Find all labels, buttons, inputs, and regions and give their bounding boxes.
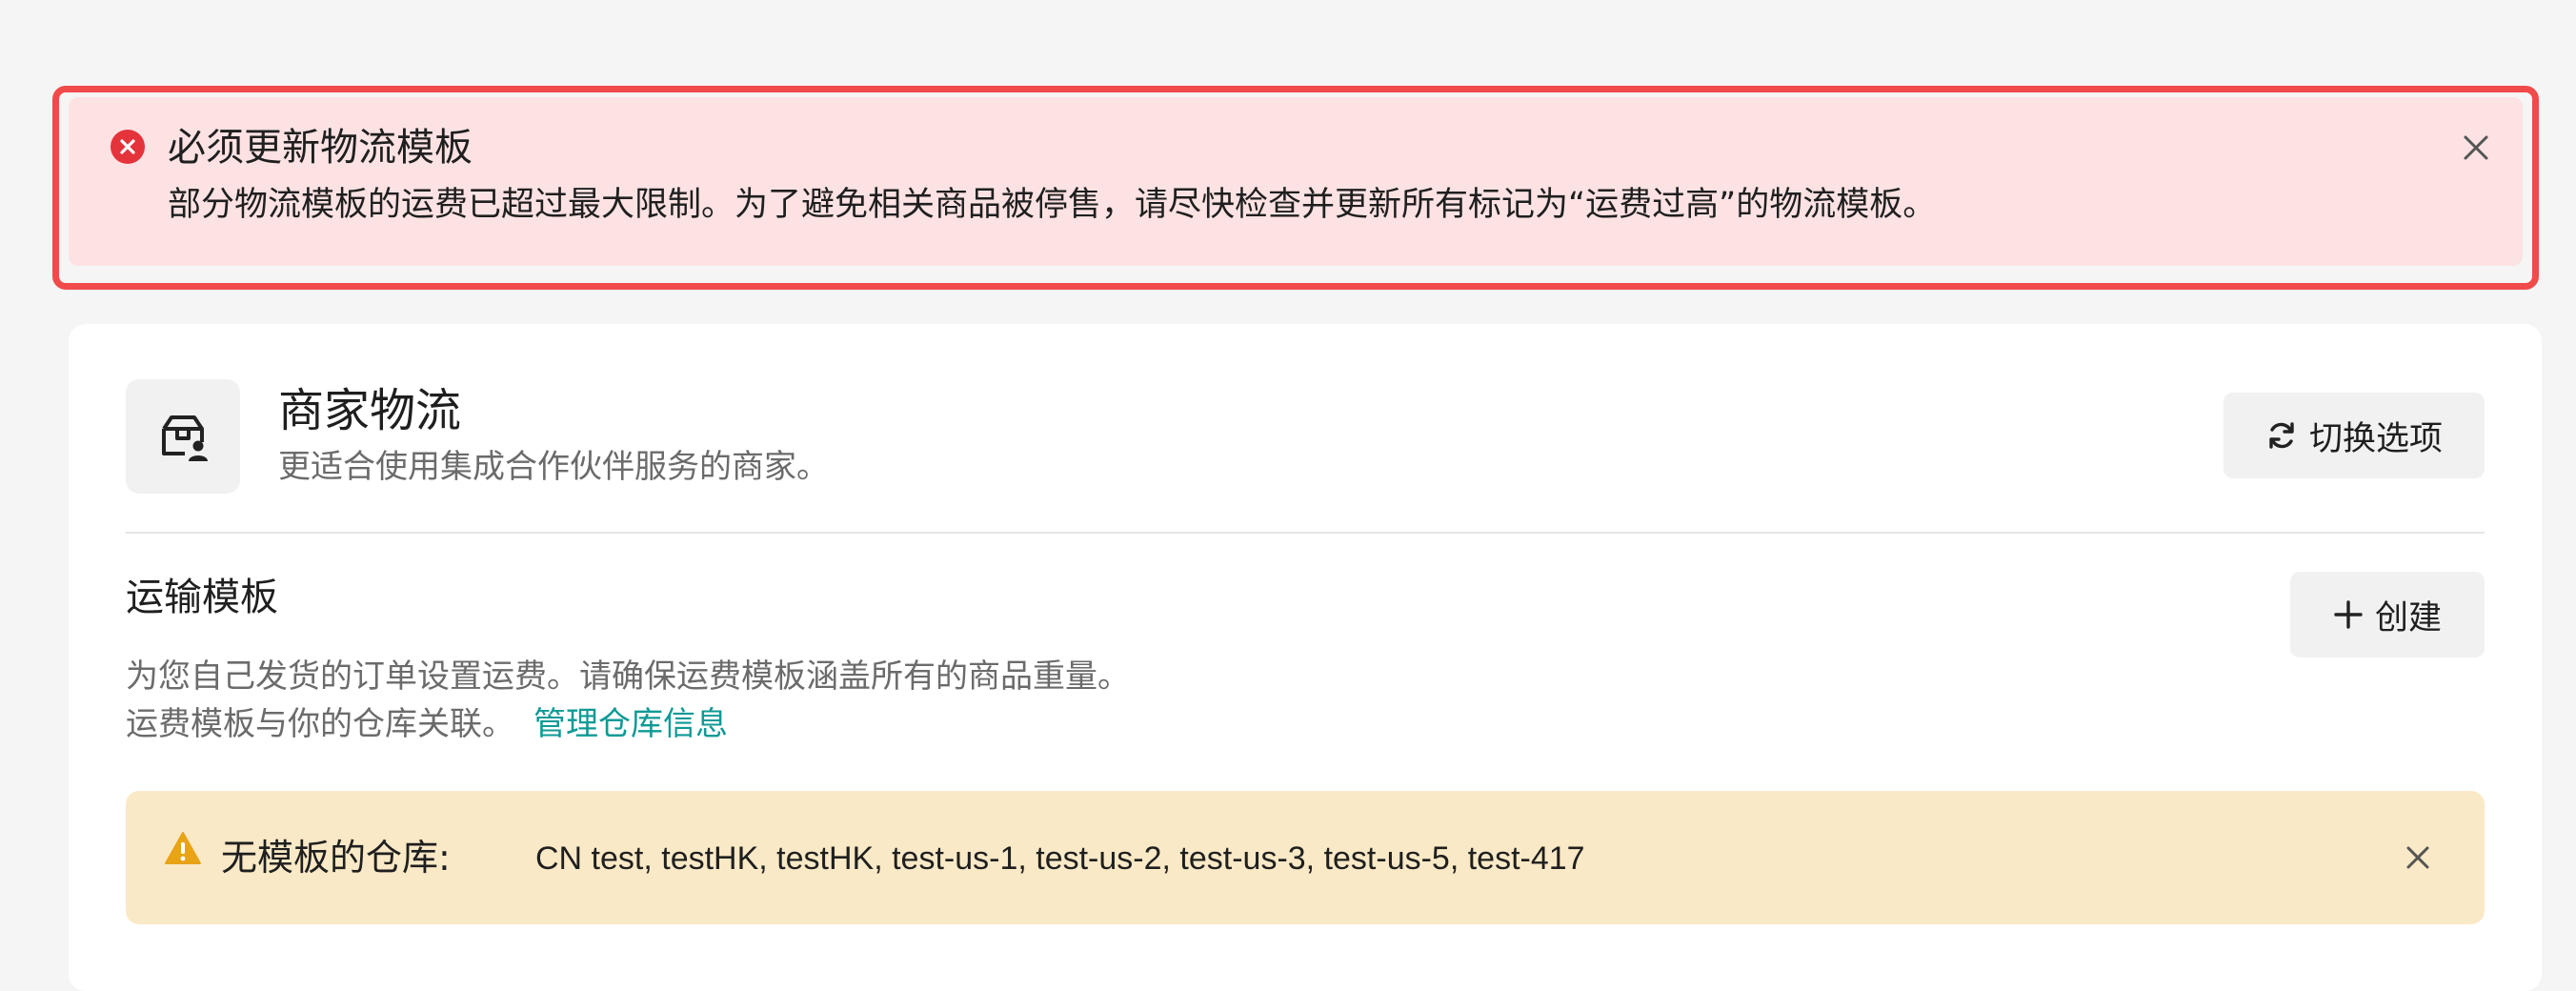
error-alert-message: 部分物流模板的运费已超过最大限制。为了避免相关商品被停售，请尽快检查并更新所有标…: [168, 186, 1937, 224]
refresh-icon: [2269, 422, 2294, 449]
error-alert-title: 必须更新物流模板: [168, 126, 473, 170]
warning-banner: 无模板的仓库: CN test, testHK, testHK, test-us…: [126, 791, 2485, 924]
create-template-label: 创建: [2374, 598, 2442, 637]
error-circle-icon: [111, 130, 145, 164]
merchant-logistics-icon-box: [126, 379, 240, 494]
warehouse-person-icon: [162, 415, 208, 461]
warning-triangle-icon: [165, 832, 201, 864]
shipping-template-warehouse-note: 运费模板与你的仓库关联。 管理仓库信息: [126, 703, 728, 745]
switch-option-button[interactable]: 切换选项: [2224, 393, 2485, 478]
warehouse-list: CN test, testHK, testHK, test-us-1, test…: [535, 840, 1585, 877]
shipping-template-description: 为您自己发货的订单设置运费。请确保运费模板涵盖所有的商品重量。: [126, 657, 1130, 696]
plus-icon: [2334, 600, 2363, 629]
divider: [126, 532, 2485, 534]
switch-option-label: 切换选项: [2308, 419, 2443, 458]
error-alert-highlight: 必须更新物流模板 部分物流模板的运费已超过最大限制。为了避免相关商品被停售，请尽…: [52, 86, 2539, 290]
close-icon[interactable]: [2462, 133, 2490, 162]
merchant-logistics-card: 商家物流 更适合使用集成合作伙伴服务的商家。 切换选项 运输模板 创建 为您自己…: [69, 324, 2542, 991]
warning-label: 无模板的仓库:: [221, 837, 451, 879]
manage-warehouse-link[interactable]: 管理仓库信息: [533, 705, 728, 743]
shipping-template-title: 运输模板: [126, 576, 278, 619]
close-icon[interactable]: [2405, 844, 2431, 871]
create-template-button[interactable]: 创建: [2290, 572, 2485, 657]
warehouse-note-text: 运费模板与你的仓库关联。: [126, 705, 514, 743]
merchant-logistics-subtitle: 更适合使用集成合作伙伴服务的商家。: [278, 448, 829, 486]
merchant-logistics-title: 商家物流: [278, 384, 462, 437]
error-alert: 必须更新物流模板 部分物流模板的运费已超过最大限制。为了避免相关商品被停售，请尽…: [69, 97, 2523, 266]
